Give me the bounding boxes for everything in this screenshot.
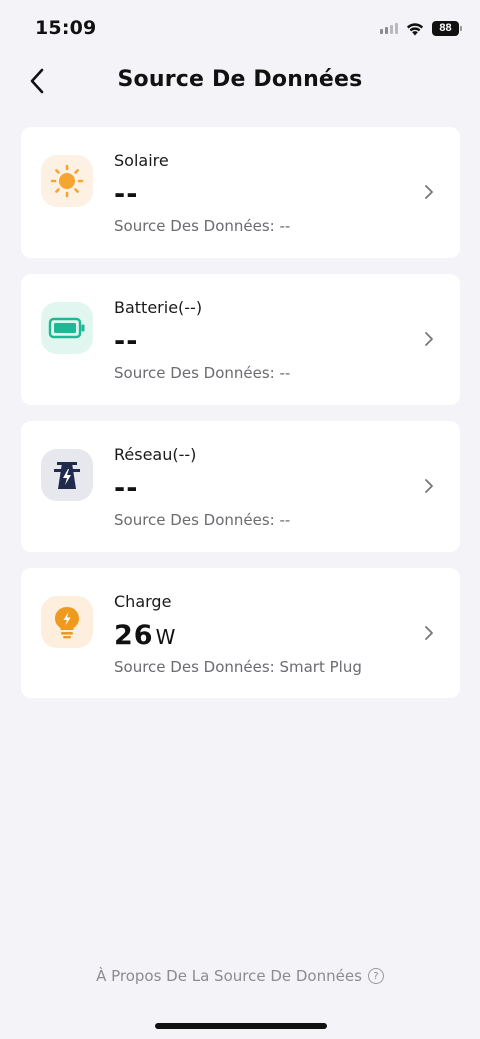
battery-icon [48, 317, 85, 339]
help-icon: ? [367, 968, 384, 984]
card-value: -- [114, 326, 139, 357]
chevron-right-icon [425, 332, 433, 346]
chevron-right-icon [425, 626, 433, 640]
card-battery[interactable]: Batterie(--) -- Source Des Données: -- [21, 274, 460, 405]
card-source: Source Des Données: -- [114, 217, 291, 235]
card-grid[interactable]: Réseau(--) -- Source Des Données: -- [21, 421, 460, 552]
card-value: -- [114, 473, 139, 504]
status-indicators: 88 [380, 19, 462, 37]
card-name: Solaire [114, 151, 169, 170]
battery-icon-container [41, 302, 93, 354]
card-source: Source Des Données: -- [114, 364, 291, 382]
card-value: 26 W [114, 620, 176, 651]
card-source: Source Des Données: Smart Plug [114, 658, 362, 676]
bulb-icon [55, 607, 79, 639]
chevron-right-icon [425, 479, 433, 493]
cellular-signal-icon [380, 22, 398, 34]
home-indicator[interactable] [155, 1023, 327, 1029]
bulb-icon-container [41, 596, 93, 648]
about-data-source-link[interactable]: À Propos De La Source De Données ? [0, 967, 480, 985]
status-time: 15:09 [35, 17, 97, 39]
card-source: Source Des Données: -- [114, 511, 291, 529]
card-load[interactable]: Charge 26 W Source Des Données: Smart Plu… [21, 568, 460, 698]
card-name: Charge [114, 592, 172, 611]
sun-icon [50, 164, 84, 198]
about-data-source-label: À Propos De La Source De Données [96, 967, 362, 985]
wifi-icon [406, 22, 424, 35]
card-name: Réseau(--) [114, 445, 197, 464]
nav-bar: Source De Données [0, 56, 480, 106]
battery-level: 88 [432, 20, 459, 36]
chevron-right-icon [425, 185, 433, 199]
page-title: Source De Données [117, 67, 363, 92]
card-value: -- [114, 179, 139, 210]
battery-status-icon: 88 [432, 20, 462, 36]
card-solar[interactable]: Solaire -- Source Des Données: -- [21, 127, 460, 258]
sun-icon-container [41, 155, 93, 207]
card-name: Batterie(--) [114, 298, 203, 317]
grid-tower-icon [54, 462, 80, 489]
data-source-list: Solaire -- Source Des Données: -- Batter… [21, 127, 460, 714]
grid-tower-icon-container [41, 449, 93, 501]
status-bar: 15:09 88 [0, 0, 480, 56]
